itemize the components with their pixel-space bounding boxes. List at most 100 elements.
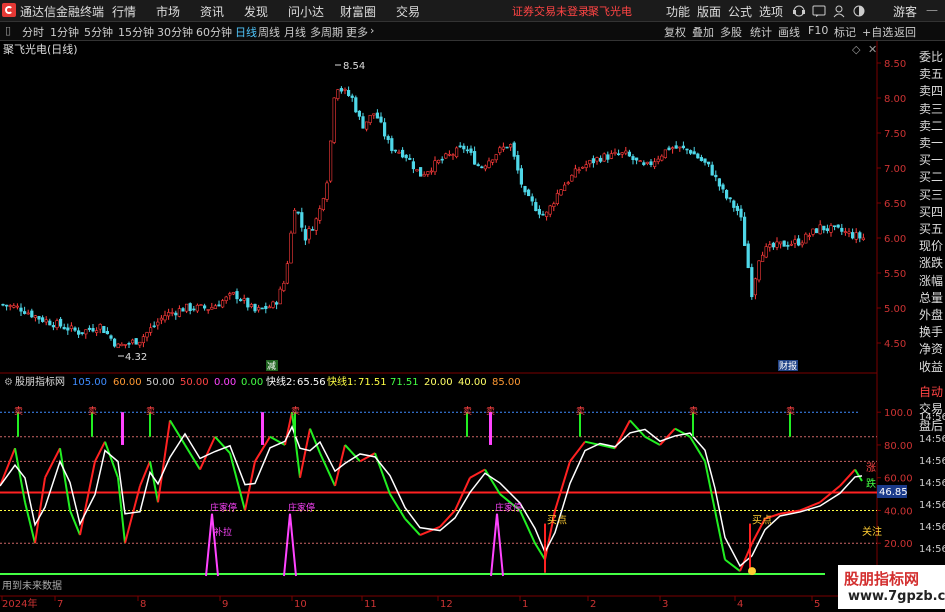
candle-body: [217, 304, 221, 307]
theme-icon[interactable]: [852, 4, 866, 18]
candle-body: [174, 312, 178, 316]
candle-body: [469, 148, 473, 153]
menu-wenxiaoda[interactable]: 问小达: [288, 3, 324, 20]
candle-body: [224, 296, 228, 301]
quote-side-panel: 委比 卖五 卖四 卖三 卖二 卖一 买一 买二 买三 买四 买五 现价 涨跌 涨幅 总量 外盘 换手 净资 收益: [917, 41, 945, 381]
side2-label-1[interactable]: 交易: [919, 400, 943, 417]
app-title: 通达信金融终端: [20, 5, 105, 19]
tab-15min[interactable]: 15分钟: [118, 24, 154, 40]
sell-signal: 卖: [576, 406, 585, 417]
side-label-0[interactable]: 委比: [919, 48, 943, 65]
btn-duogu[interactable]: 多股: [720, 24, 742, 40]
side-label-9[interactable]: 买四: [919, 203, 943, 220]
menu-gongshi[interactable]: 公式: [728, 3, 752, 20]
side-label-6[interactable]: 买一: [919, 151, 943, 168]
tab-daily[interactable]: 日线: [235, 24, 257, 40]
message-icon[interactable]: [812, 4, 826, 18]
fast1-segment: [554, 461, 571, 511]
side-label-11[interactable]: 现价: [919, 237, 943, 254]
main-ytick-2: 7.50: [884, 129, 906, 140]
stock-name-link[interactable]: 聚飞光电: [588, 3, 632, 19]
side-label-5[interactable]: 卖一: [919, 134, 943, 151]
chart-svg[interactable]: 聚飞光电(日线) ◇ ✕ 8.50 8.00 7.50 7.00 6.50 6.00 5.5…: [0, 41, 945, 610]
tab-multi-period[interactable]: 多周期: [310, 24, 343, 40]
menu-jiaoyi[interactable]: 交易: [396, 3, 420, 20]
side-label-13[interactable]: 涨幅: [919, 272, 943, 289]
fast1-segment: [569, 441, 586, 462]
ind-ytick-0: 100.0: [884, 408, 913, 419]
ind-settings-icon[interactable]: ⚙: [4, 377, 13, 388]
menu-shichang[interactable]: 市场: [156, 3, 180, 20]
candle-body: [386, 136, 390, 141]
tab-weekly[interactable]: 周线: [258, 24, 280, 40]
candle-body: [645, 161, 649, 164]
close-pane-icon[interactable]: ✕: [868, 43, 877, 56]
side2-label-0[interactable]: 自动: [919, 383, 943, 400]
side-label-7[interactable]: 买二: [919, 168, 943, 185]
candle-body: [314, 218, 318, 231]
candle-body: [145, 332, 149, 338]
menu-xuanxiang[interactable]: 选项: [759, 3, 783, 20]
candle-body: [552, 203, 556, 207]
btn-f10[interactable]: F10: [808, 24, 828, 37]
candle-body: [811, 228, 815, 235]
candle-body: [292, 209, 297, 234]
btn-back[interactable]: 返回: [894, 24, 916, 40]
chart-area[interactable]: 聚飞光电(日线) ◇ ✕ 8.50 8.00 7.50 7.00 6.50 6.00 5.5…: [0, 41, 945, 610]
side-label-16[interactable]: 换手: [919, 323, 943, 340]
side-label-8[interactable]: 买三: [919, 186, 943, 203]
btn-add-watchlist[interactable]: +自选: [862, 24, 893, 40]
tab-30min[interactable]: 30分钟: [157, 24, 193, 40]
side-label-14[interactable]: 总量: [919, 289, 943, 306]
btn-huaxian[interactable]: 画线: [778, 24, 800, 40]
side-label-17[interactable]: 净资: [919, 340, 943, 357]
side2-label-2[interactable]: 盘后: [919, 417, 943, 434]
btn-biaoji[interactable]: 标记: [834, 24, 856, 40]
candle-body: [264, 305, 268, 310]
side-label-18[interactable]: 收益: [919, 358, 943, 375]
side-label-2[interactable]: 卖四: [919, 82, 943, 99]
tab-60min[interactable]: 60分钟: [196, 24, 232, 40]
menu-gongneng[interactable]: 功能: [666, 3, 690, 20]
menu-caifuquan[interactable]: 财富圈: [340, 3, 376, 20]
main-ytick-7: 5.00: [884, 304, 906, 315]
tab-1min[interactable]: 1分钟: [50, 24, 79, 40]
param-1: 105.00: [72, 377, 107, 388]
candle-body: [555, 193, 559, 205]
side-label-12[interactable]: 涨跌: [919, 254, 943, 271]
menu-hangqing[interactable]: 行情: [112, 3, 136, 20]
settings-diamond-icon[interactable]: ◇: [852, 43, 861, 56]
candle-body: [508, 144, 513, 148]
side-label-4[interactable]: 卖二: [919, 117, 943, 134]
candle-body: [77, 330, 81, 335]
menu-zixun[interactable]: 资讯: [200, 3, 224, 20]
window-controls[interactable]: —: [926, 3, 938, 17]
extra-4: 85.00: [492, 377, 521, 388]
guest-label[interactable]: 游客: [893, 3, 917, 20]
candle-body: [793, 239, 797, 244]
support-icon[interactable]: [792, 4, 806, 18]
user-icon[interactable]: [832, 4, 846, 18]
btn-diejia[interactable]: 叠加: [692, 24, 714, 40]
candle-body: [177, 308, 182, 317]
side-label-1[interactable]: 卖五: [919, 65, 943, 82]
btn-fuquan[interactable]: 复权: [664, 24, 686, 40]
btn-tongji[interactable]: 统计: [750, 24, 772, 40]
menu-banmian[interactable]: 版面: [697, 3, 721, 20]
tab-fenshi[interactable]: 分时: [22, 24, 44, 40]
side-label-15[interactable]: 外盘: [919, 306, 943, 323]
grid-icon[interactable]: ▯: [5, 24, 11, 37]
candle-body: [318, 208, 322, 221]
trade-login-warning[interactable]: 证券交易未登录: [512, 3, 589, 19]
candle-body: [667, 147, 671, 151]
menu-faxian[interactable]: 发现: [244, 3, 268, 20]
tab-5min[interactable]: 5分钟: [84, 24, 113, 40]
x-label-9: 3: [662, 599, 668, 609]
candle-body: [105, 331, 109, 335]
side-label-10[interactable]: 买五: [919, 220, 943, 237]
candle-body: [829, 225, 833, 233]
side-label-3[interactable]: 卖三: [919, 100, 943, 117]
tab-monthly[interactable]: 月线: [284, 24, 306, 40]
chevron-right-icon[interactable]: ›: [370, 24, 374, 37]
tab-more[interactable]: 更多: [346, 24, 368, 40]
